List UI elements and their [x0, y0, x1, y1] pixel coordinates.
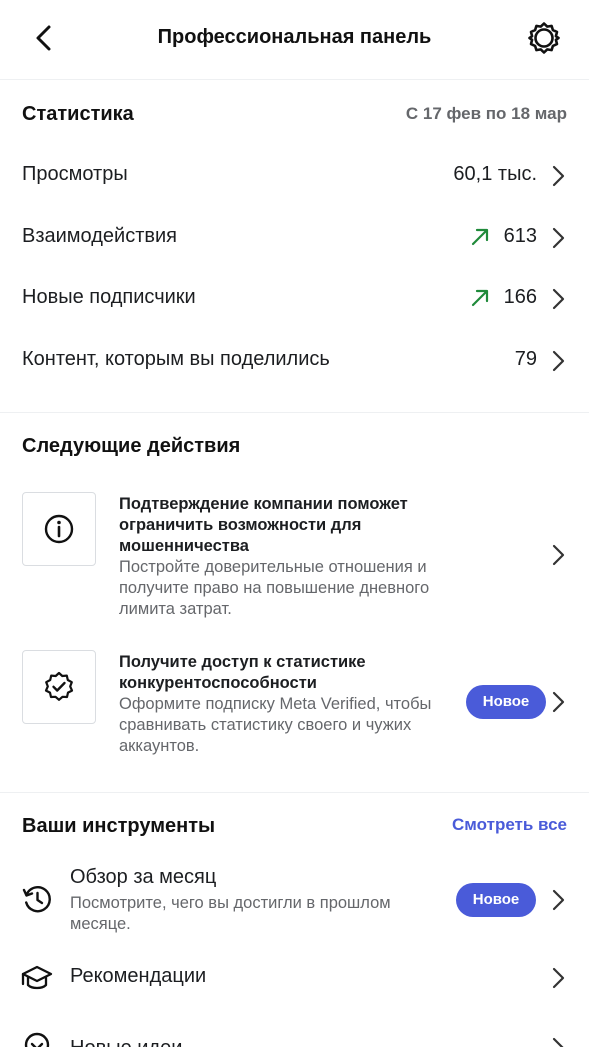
verified-badge-icon	[44, 671, 74, 701]
action-title: Подтверждение компании поможет ограничит…	[119, 495, 408, 555]
stat-row-interactions[interactable]: Взаимодействия 613	[0, 213, 589, 263]
history-icon	[22, 886, 51, 913]
action-icon-box	[22, 492, 96, 566]
stat-label: Контент, которым вы поделились	[22, 348, 330, 370]
tool-row-new-ideas[interactable]: Новые идеи	[0, 1030, 589, 1047]
chevron-right-icon	[552, 889, 565, 911]
chevron-right-icon	[552, 288, 565, 310]
stats-date-range[interactable]: С 17 фев по 18 мар	[406, 104, 567, 124]
chevron-right-icon	[552, 691, 565, 713]
tool-title: Новые идеи	[70, 1037, 182, 1047]
stat-row-shared-content[interactable]: Контент, которым вы поделились 79	[0, 336, 589, 386]
new-badge: Новое	[456, 883, 536, 917]
stat-label: Взаимодействия	[22, 225, 177, 247]
section-divider	[0, 412, 589, 413]
chevron-right-icon	[552, 350, 565, 372]
tool-icon	[20, 882, 54, 916]
action-icon-box	[22, 650, 96, 724]
chevron-right-icon	[552, 544, 565, 566]
next-actions-section-title: Следующие действия	[22, 435, 241, 457]
top-bar: Профессиональная панель	[0, 0, 589, 80]
stats-section-title: Статистика	[22, 103, 134, 125]
gear-icon	[528, 22, 560, 54]
action-description: Оформите подписку Meta Verified, чтобы с…	[119, 695, 432, 755]
tool-icon	[20, 1030, 54, 1047]
tool-icon	[20, 961, 54, 995]
chevron-right-icon	[552, 227, 565, 249]
chevron-right-icon	[552, 967, 565, 989]
section-divider	[0, 792, 589, 793]
chevron-right-icon	[552, 1037, 564, 1047]
tool-title: Обзор за месяц	[70, 866, 217, 888]
tool-description: Посмотрите, чего вы достигли в прошлом м…	[70, 894, 391, 933]
stat-row-new-followers[interactable]: Новые подписчики 166	[0, 274, 589, 324]
stat-label: Просмотры	[22, 163, 128, 185]
action-card-competitor-stats[interactable]: Получите доступ к статистике конкурентос…	[0, 650, 589, 760]
trend-up-arrow-icon	[471, 228, 489, 246]
tools-section-title: Ваши инструменты	[22, 815, 216, 837]
chevron-right-icon	[552, 165, 565, 187]
see-all-link[interactable]: Смотреть все	[452, 815, 567, 835]
stat-value: 613	[503, 225, 537, 247]
trend-up-arrow-icon	[471, 289, 489, 307]
page-title: Профессиональная панель	[157, 26, 432, 48]
tool-row-monthly-review[interactable]: Обзор за месяц Посмотрите, чего вы дости…	[0, 864, 589, 940]
info-icon	[44, 514, 74, 544]
settings-button[interactable]	[524, 18, 564, 58]
action-card-verify-business[interactable]: Подтверждение компании поможет ограничит…	[0, 492, 589, 622]
tool-row-recommendations[interactable]: Рекомендации	[0, 956, 589, 1000]
action-title: Получите доступ к статистике конкурентос…	[119, 653, 366, 692]
stat-value: 60,1 тыс.	[453, 163, 537, 185]
tool-title: Рекомендации	[70, 965, 207, 987]
action-description: Постройте доверительные отношения и полу…	[119, 558, 430, 618]
stat-value: 79	[514, 348, 537, 370]
stat-value: 166	[503, 286, 537, 308]
stat-row-views[interactable]: Просмотры 60,1 тыс.	[0, 151, 589, 201]
new-badge: Новое	[466, 685, 546, 719]
lightbulb-icon	[24, 1032, 50, 1047]
stat-label: Новые подписчики	[22, 286, 196, 308]
graduation-cap-icon	[21, 965, 53, 990]
